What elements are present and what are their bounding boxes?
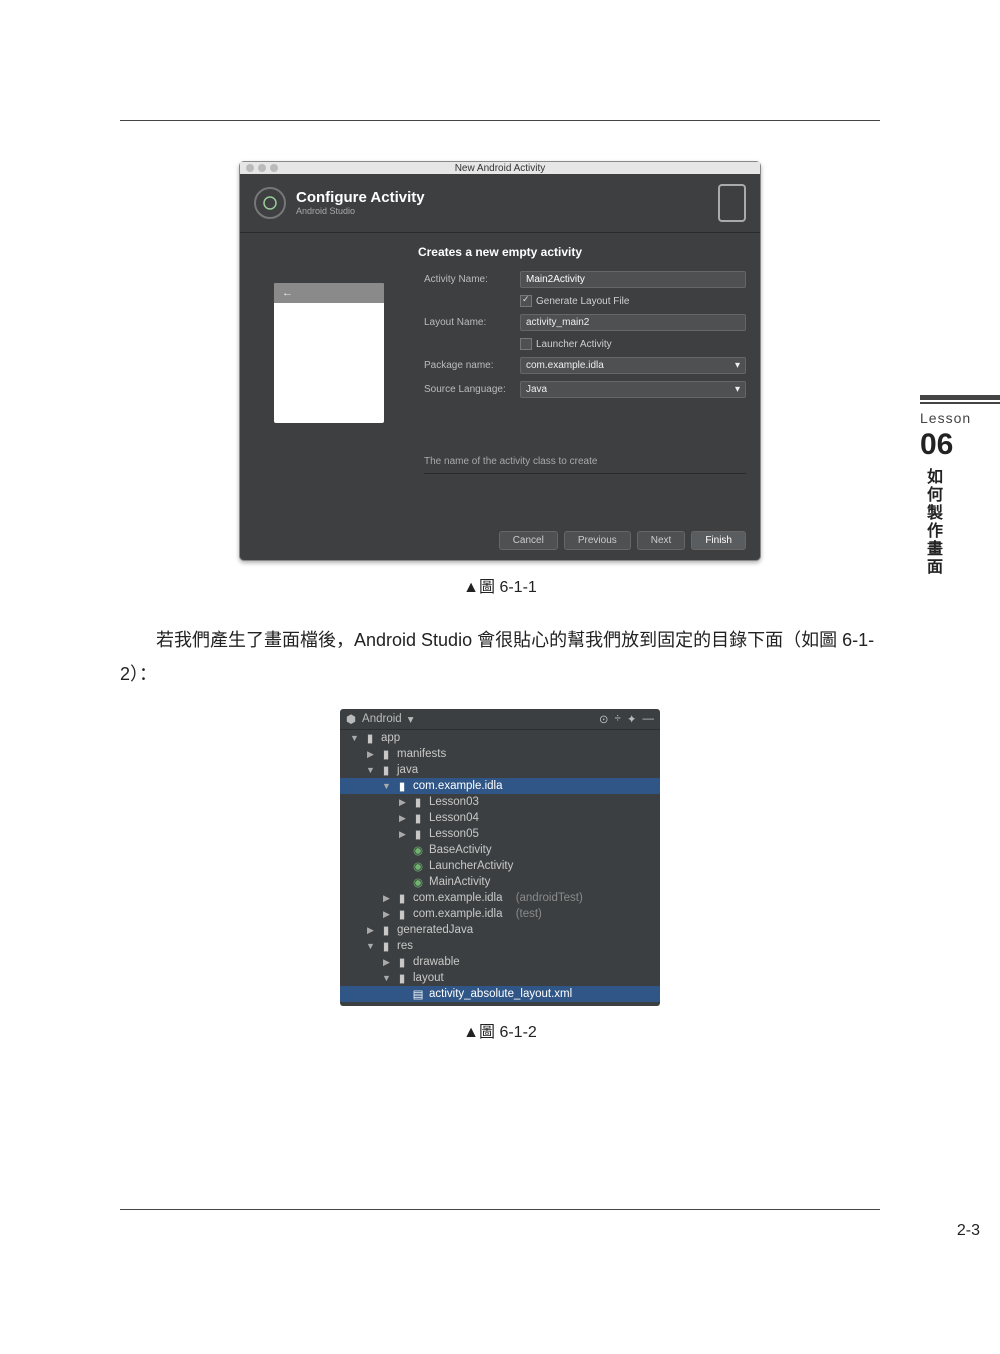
class-icon: ◉ — [412, 843, 424, 857]
android-view-icon: ⬢ — [346, 712, 356, 726]
tree-node-lesson04[interactable]: ▶▮Lesson04 — [340, 810, 660, 826]
launcher-activity-checkbox[interactable]: Launcher Activity — [520, 338, 746, 350]
target-icon[interactable]: ⊙ — [599, 712, 609, 726]
chevron-down-icon: ▾ — [408, 712, 414, 726]
package-value: com.example.idla — [526, 360, 604, 371]
package-icon: ▮ — [396, 779, 408, 793]
dialog-subtitle: Android Studio — [296, 206, 355, 216]
folder-icon: ▮ — [396, 955, 408, 969]
layout-name-input[interactable]: activity_main2 — [520, 314, 746, 331]
checkbox-icon — [520, 295, 532, 307]
window-title: New Android Activity — [240, 163, 760, 174]
phone-icon — [718, 184, 746, 222]
tree-node-drawable[interactable]: ▶▮drawable — [340, 954, 660, 970]
tree-node-lesson05[interactable]: ▶▮Lesson05 — [340, 826, 660, 842]
tree-node-package-androidtest[interactable]: ▶▮com.example.idla (androidTest) — [340, 890, 660, 906]
launcher-activity-label: Launcher Activity — [536, 339, 612, 350]
activity-preview: ← — [274, 283, 384, 423]
checkbox-icon — [520, 338, 532, 350]
lesson-sidebar: Lesson 06 如何製作畫面 — [920, 395, 1000, 576]
source-language-select[interactable]: Java ▾ — [520, 381, 746, 398]
tree-node-manifests[interactable]: ▶▮manifests — [340, 746, 660, 762]
tree-node-res[interactable]: ▼▮res — [340, 938, 660, 954]
page-bottom-rule — [120, 1209, 880, 1210]
folder-icon: ▮ — [396, 971, 408, 985]
configure-activity-dialog: New Android Activity Configure Activity … — [239, 161, 761, 561]
tree-node-lesson03[interactable]: ▶▮Lesson03 — [340, 794, 660, 810]
chevron-down-icon: ▾ — [735, 360, 740, 371]
lesson-title-vertical: 如何製作畫面 — [920, 468, 944, 576]
tree-node-launcheractivity[interactable]: ◉LauncherActivity — [340, 858, 660, 874]
package-icon: ▮ — [396, 907, 408, 921]
package-icon: ▮ — [412, 811, 424, 825]
section-heading: Creates a new empty activity — [254, 245, 746, 259]
gear-icon[interactable]: ✦ — [627, 712, 637, 726]
xml-icon: ▤ — [412, 987, 424, 1001]
package-name-select[interactable]: com.example.idla ▾ — [520, 357, 746, 374]
minimize-icon[interactable]: — — [643, 713, 655, 725]
figure-caption-1: ▲圖 6-1-1 — [120, 573, 880, 597]
field-hint: The name of the activity class to create — [424, 456, 746, 474]
lesson-label: Lesson — [920, 410, 1000, 426]
dialog-title: Configure Activity — [296, 189, 425, 206]
next-button[interactable]: Next — [637, 531, 686, 550]
folder-icon: ▮ — [380, 923, 392, 937]
previous-button[interactable]: Previous — [564, 531, 631, 550]
source-language-label: Source Language: — [424, 384, 514, 395]
tree-node-layout-xml[interactable]: ▤activity_absolute_layout.xml — [340, 986, 660, 1002]
tree-node-generatedjava[interactable]: ▶▮generatedJava — [340, 922, 660, 938]
body-paragraph: 若我們產生了畫面檔後，Android Studio 會很貼心的幫我們放到固定的目… — [120, 623, 880, 691]
language-value: Java — [526, 384, 547, 395]
package-icon: ▮ — [412, 795, 424, 809]
folder-icon: ▮ — [380, 747, 392, 761]
finish-button[interactable]: Finish — [691, 531, 746, 550]
page-top-rule — [120, 120, 880, 121]
class-icon: ◉ — [412, 875, 424, 889]
android-logo-icon — [254, 187, 286, 219]
module-icon: ▮ — [364, 731, 376, 745]
tree-node-layout[interactable]: ▼▮layout — [340, 970, 660, 986]
activity-name-input[interactable]: Main2Activity — [520, 271, 746, 288]
generate-layout-checkbox[interactable]: Generate Layout File — [520, 295, 746, 307]
layout-name-label: Layout Name: — [424, 317, 514, 328]
preview-back-arrow: ← — [274, 283, 384, 303]
tree-node-package[interactable]: ▼▮com.example.idla — [340, 778, 660, 794]
page-number: 2-3 — [957, 1222, 980, 1240]
activity-name-label: Activity Name: — [424, 274, 514, 285]
folder-icon: ▮ — [380, 763, 392, 777]
figure-caption-2: ▲圖 6-1-2 — [120, 1018, 880, 1042]
tree-node-baseactivity[interactable]: ◉BaseActivity — [340, 842, 660, 858]
class-icon: ◉ — [412, 859, 424, 873]
folder-icon: ▮ — [380, 939, 392, 953]
package-icon: ▮ — [412, 827, 424, 841]
tree-node-java[interactable]: ▼▮java — [340, 762, 660, 778]
tree-node-package-test[interactable]: ▶▮com.example.idla (test) — [340, 906, 660, 922]
divide-icon[interactable]: ÷ — [615, 713, 621, 725]
package-icon: ▮ — [396, 891, 408, 905]
lesson-number: 06 — [920, 428, 1000, 462]
tree-node-app[interactable]: ▼▮app — [340, 730, 660, 746]
package-name-label: Package name: — [424, 360, 514, 371]
window-titlebar: New Android Activity — [240, 162, 760, 174]
project-tree: ⬢ Android ▾ ⊙ ÷ ✦ — ▼▮app ▶▮manifests ▼▮… — [340, 709, 660, 1006]
cancel-button[interactable]: Cancel — [499, 531, 558, 550]
chevron-down-icon: ▾ — [735, 384, 740, 395]
tree-node-mainactivity[interactable]: ◉MainActivity — [340, 874, 660, 890]
project-view-label[interactable]: Android — [362, 713, 402, 725]
generate-layout-label: Generate Layout File — [536, 296, 629, 307]
